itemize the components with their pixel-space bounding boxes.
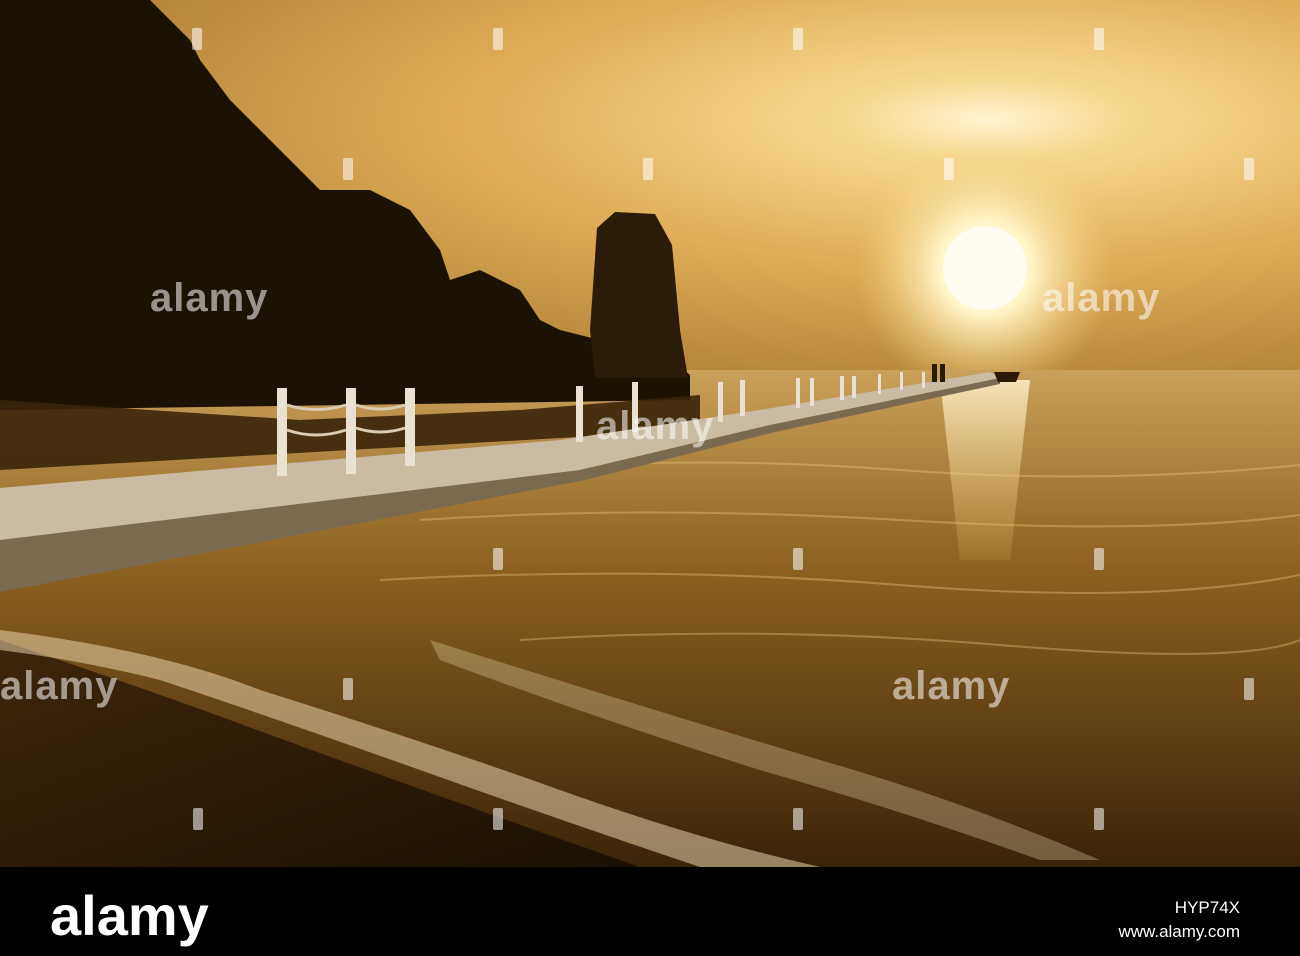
watermark-mark	[343, 158, 353, 180]
watermark-mark	[493, 808, 503, 830]
watermark-mark	[1244, 678, 1254, 700]
brand-logo: alamy	[50, 884, 209, 947]
watermark-mark	[643, 158, 653, 180]
watermark-mark	[793, 548, 803, 570]
image-id: HYP74X	[1174, 898, 1240, 917]
watermark-text: alamy	[150, 276, 269, 320]
watermark-mark	[793, 28, 803, 50]
watermark-mark	[192, 28, 202, 50]
watermark-mark	[1244, 158, 1254, 180]
watermark-mark	[1094, 548, 1104, 570]
watermark-mark	[493, 548, 503, 570]
image-caption: HYP74X www.alamy.com	[1118, 896, 1240, 944]
watermark-mark	[793, 808, 803, 830]
page: alamy alamy alamy alamy alamy alamy HYP7…	[0, 0, 1300, 956]
watermark-text: alamy	[0, 664, 119, 708]
watermark-mark	[343, 678, 353, 700]
watermark-mark	[193, 808, 203, 830]
site-url: www.alamy.com	[1118, 922, 1240, 941]
watermark-mark	[493, 28, 503, 50]
watermark-mark	[1094, 808, 1104, 830]
boat-silhouette	[994, 372, 1020, 382]
watermark-text: alamy	[596, 404, 715, 448]
watermark-text: alamy	[1042, 276, 1161, 320]
watermark-mark	[944, 158, 954, 180]
sun	[943, 226, 1027, 310]
watermark-mark	[1094, 28, 1104, 50]
watermark-text: alamy	[892, 664, 1011, 708]
